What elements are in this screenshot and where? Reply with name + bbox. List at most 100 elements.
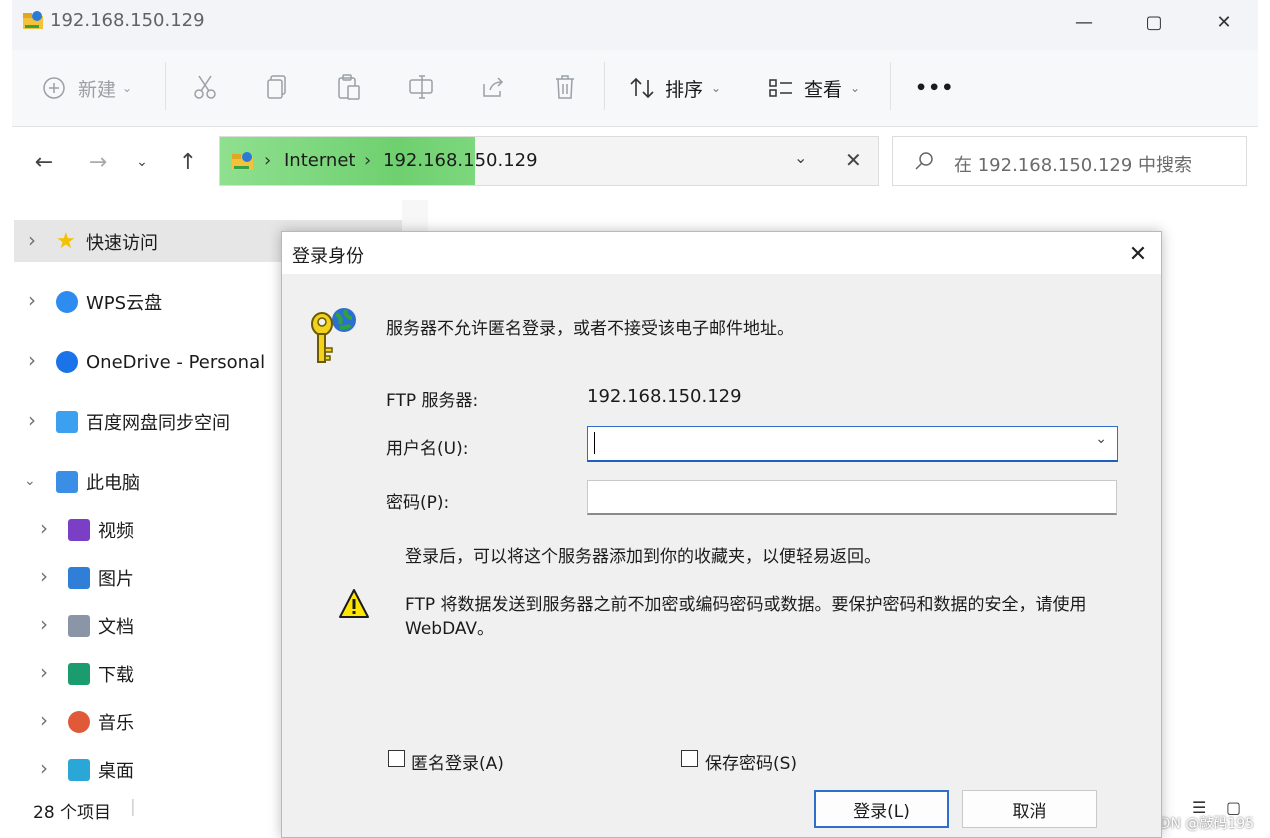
sidebar-item[interactable]: 文档 [68,611,134,641]
copy-icon[interactable] [266,74,288,100]
username-combobox[interactable]: ⌄ [587,426,1118,462]
chevron-right-icon[interactable]: › [28,348,36,372]
dialog-close-button[interactable]: ✕ [1124,240,1152,268]
anonymous-login-label[interactable]: 匿名登录(A) [411,749,504,774]
sort-icon [630,77,654,99]
computer-icon [56,471,78,493]
close-window-button[interactable]: ✕ [1204,6,1244,38]
view-label: 查看 [804,78,843,101]
close-icon: ✕ [1216,11,1232,33]
ftp-server-value: 192.168.150.129 [587,386,742,407]
baidu-netdisk-icon [56,411,78,433]
login-button[interactable]: 登录(L) [814,790,949,828]
minimize-button[interactable]: — [1064,6,1104,38]
sidebar-item[interactable]: OneDrive - Personal [56,347,265,377]
onedrive-icon [56,351,78,373]
sidebar-item[interactable]: 视频 [68,515,134,545]
ftp-server-label: FTP 服务器: [386,391,479,411]
sidebar-item-label: WPS云盘 [86,293,163,314]
delete-icon[interactable] [553,74,577,100]
forward-button[interactable]: → [82,146,114,178]
address-history-button[interactable]: ⌄ [794,148,807,167]
sort-label: 排序 [665,78,704,101]
warning-text-line1: FTP 将数据发送到服务器之前不加密或编码密码或数据。要保护密码和数据的安全，请… [405,595,1087,615]
sidebar-item[interactable]: 桌面 [68,755,134,785]
cancel-button[interactable]: 取消 [962,790,1097,828]
sidebar-item-label: 文档 [98,617,134,638]
sidebar-item[interactable]: ★ 快速访问 [56,227,158,257]
plus-circle-icon [43,77,65,99]
chevron-right-icon[interactable]: › [28,228,36,252]
close-icon: ✕ [845,148,862,172]
sort-button[interactable]: 排序 ⌄ [629,70,721,106]
breadcrumb-separator: › [264,150,272,171]
document-icon [68,615,90,637]
password-field[interactable] [587,480,1117,515]
sidebar-item-label: OneDrive - Personal [86,351,266,373]
breadcrumb-internet[interactable]: Internet [284,150,355,171]
sidebar-item[interactable]: 百度网盘同步空间 [56,407,230,437]
chevron-down-icon: ⌄ [136,154,148,170]
desktop-icon [68,759,90,781]
more-options-button[interactable]: ••• [915,70,954,106]
chevron-down-icon: ⌄ [711,81,722,95]
close-icon: ✕ [1128,241,1148,267]
network-folder-icon [232,152,253,170]
password-label: 密码(P): [386,493,450,513]
stop-loading-button[interactable]: ✕ [845,148,862,172]
minimize-icon: — [1075,11,1093,33]
chevron-right-icon[interactable]: › [28,288,36,312]
sidebar-item[interactable]: 音乐 [68,707,134,737]
chevron-right-icon[interactable]: › [40,516,48,540]
dialog-title-bar [282,232,1161,274]
cut-icon[interactable] [193,74,217,100]
chevron-down-icon[interactable]: ⌄ [1095,431,1107,447]
chevron-right-icon[interactable]: › [28,408,36,432]
save-password-checkbox[interactable] [681,750,698,767]
toolbar-separator [890,62,891,110]
view-button[interactable]: 查看 ⌄ [768,70,860,106]
status-bar: 28 个项目 | [12,795,282,825]
new-label: 新建 [78,78,117,101]
chevron-right-icon[interactable]: › [40,660,48,684]
username-label: 用户名(U): [386,439,469,459]
cloud-icon [56,291,78,313]
chevron-right-icon[interactable]: › [40,756,48,780]
sidebar-item-label: 图片 [98,569,134,590]
warning-text-line2: WebDAV。 [405,619,495,639]
back-button[interactable]: ← [28,146,60,178]
share-icon[interactable] [480,74,506,100]
sidebar-item[interactable]: 图片 [68,563,134,593]
more-icon: ••• [915,77,955,99]
chevron-right-icon[interactable]: › [40,708,48,732]
star-icon: ★ [56,229,76,254]
recent-locations-button[interactable]: ⌄ [126,146,158,178]
sidebar-item[interactable]: 下载 [68,659,134,689]
network-folder-icon [23,11,43,29]
chevron-right-icon[interactable]: › [40,612,48,636]
sidebar-item-label: 音乐 [98,713,134,734]
anonymous-login-checkbox[interactable] [388,750,405,767]
chevron-down-icon[interactable]: ⌄ [24,473,36,489]
sidebar-item-label: 下载 [98,665,134,686]
chevron-right-icon[interactable]: › [40,564,48,588]
save-password-label[interactable]: 保存密码(S) [705,749,797,774]
chevron-down-icon: ⌄ [122,81,133,95]
keys-globe-icon [311,308,356,363]
favorites-info: 登录后，可以将这个服务器添加到你的收藏夹，以便轻易返回。 [405,547,881,567]
new-button[interactable]: 新建 ⌄ [42,70,132,106]
arrow-up-icon: ↑ [178,149,198,175]
sidebar-item-label: 快速访问 [86,233,158,254]
rename-icon[interactable] [408,74,434,100]
text-caret [594,432,595,454]
sidebar-item[interactable]: WPS云盘 [56,287,162,317]
maximize-button[interactable]: ▢ [1134,6,1174,38]
sidebar-item[interactable]: 此电脑 [56,467,140,497]
arrow-right-icon: → [88,149,108,175]
chevron-down-icon: ⌄ [850,81,861,95]
up-button[interactable]: ↑ [172,146,204,178]
breadcrumb-host[interactable]: 192.168.150.129 [383,150,538,171]
paste-icon[interactable] [337,74,361,100]
search-placeholder: 在 192.168.150.129 中搜索 [954,155,1193,176]
chevron-down-icon: ⌄ [794,148,808,167]
